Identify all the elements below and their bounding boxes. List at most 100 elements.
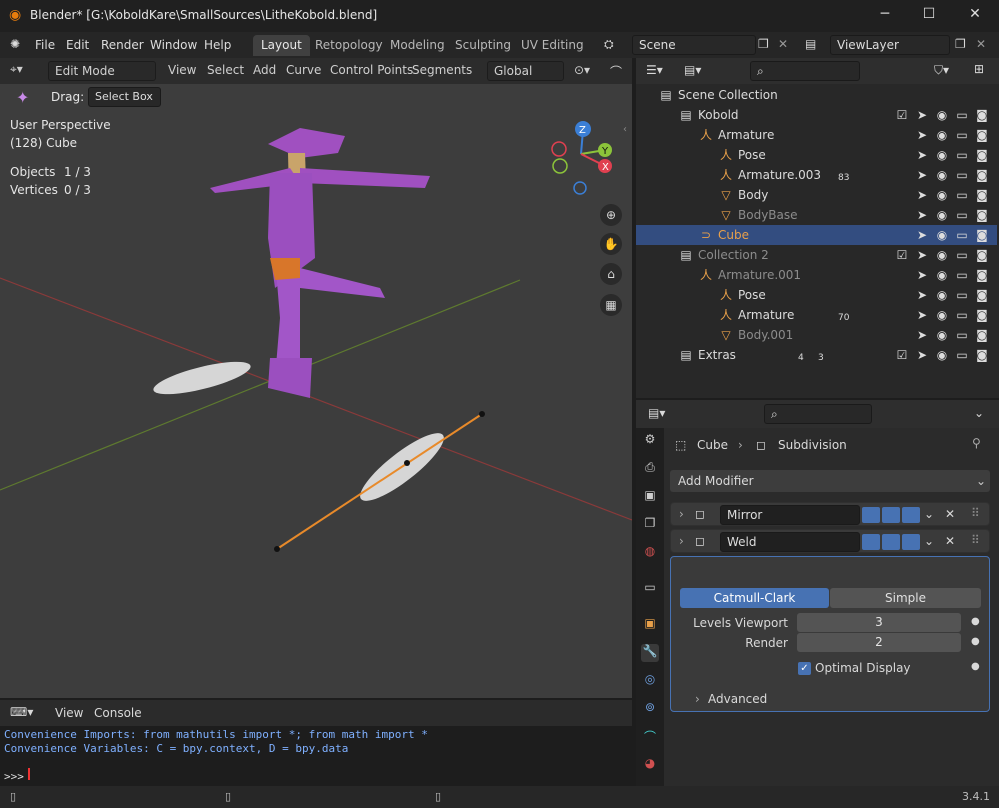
pin-icon[interactable]: ⚲ bbox=[972, 436, 981, 450]
edit-mode-toggle-icon[interactable] bbox=[862, 534, 880, 550]
orientation-dropdown[interactable]: Global bbox=[487, 61, 564, 81]
modifier-header-weld[interactable]: › ◻ Weld ⌄ ✕ ⠿ bbox=[670, 529, 990, 553]
outliner-row[interactable]: ▤ Extras 4 3 ☑ ➤ ◉ ▭ ◙ bbox=[636, 345, 997, 365]
outliner-row[interactable]: ▽ Body.001 ➤ ◉ ▭ ◙ bbox=[636, 325, 997, 345]
select-arrow-icon[interactable]: ➤ bbox=[914, 227, 930, 243]
checkbox-icon[interactable]: ☑ bbox=[894, 247, 910, 263]
select-arrow-icon[interactable]: ➤ bbox=[914, 107, 930, 123]
camera-icon[interactable]: ⌂ bbox=[600, 263, 622, 285]
optimal-display-checkbox[interactable]: ✓ bbox=[798, 662, 811, 675]
delete-modifier-icon[interactable]: ✕ bbox=[945, 534, 955, 548]
physics-tab-icon[interactable]: ⊚ bbox=[641, 700, 659, 718]
edit-mode-toggle-icon[interactable] bbox=[862, 507, 880, 523]
eye-icon[interactable]: ◉ bbox=[934, 347, 950, 363]
expand-chevron-icon[interactable]: › bbox=[679, 507, 684, 521]
checkbox-icon[interactable] bbox=[894, 207, 910, 223]
console-menu-console[interactable]: Console bbox=[94, 706, 142, 720]
camera-icon[interactable]: ◙ bbox=[974, 207, 990, 223]
camera-icon[interactable]: ◙ bbox=[974, 187, 990, 203]
eye-icon[interactable]: ◉ bbox=[934, 227, 950, 243]
outliner-row[interactable]: ⼈ Armature ➤ ◉ ▭ ◙ bbox=[636, 125, 997, 145]
simple-button[interactable]: Simple bbox=[830, 588, 981, 608]
checkbox-icon[interactable] bbox=[894, 287, 910, 303]
eye-icon[interactable]: ◉ bbox=[934, 127, 950, 143]
render-levels-field[interactable]: 2 bbox=[797, 633, 961, 652]
select-arrow-icon[interactable]: ➤ bbox=[914, 327, 930, 343]
checkbox-icon[interactable] bbox=[894, 307, 910, 323]
camera-icon[interactable]: ◙ bbox=[974, 287, 990, 303]
outliner-editor-icon[interactable]: ☰▾ bbox=[646, 63, 663, 77]
eye-icon[interactable]: ◉ bbox=[934, 207, 950, 223]
console-prompt[interactable]: >>> bbox=[4, 770, 24, 783]
remove-viewlayer-icon[interactable]: ✕ bbox=[976, 37, 986, 51]
keyframe-dot-icon[interactable]: ● bbox=[971, 636, 980, 647]
checkbox-icon[interactable] bbox=[894, 147, 910, 163]
monitor-icon[interactable]: ▭ bbox=[954, 307, 970, 323]
editor-type-icon[interactable]: ⌖▾ bbox=[10, 62, 23, 77]
checkbox-icon[interactable] bbox=[894, 267, 910, 283]
eye-icon[interactable]: ◉ bbox=[934, 167, 950, 183]
monitor-icon[interactable]: ▭ bbox=[954, 267, 970, 283]
dropdown-icon[interactable]: ⌄ bbox=[924, 534, 934, 548]
select-arrow-icon[interactable]: ➤ bbox=[914, 347, 930, 363]
eye-icon[interactable]: ◉ bbox=[934, 307, 950, 323]
outliner-row[interactable]: ⼈ Armature.003 83 ➤ ◉ ▭ ◙ bbox=[636, 165, 997, 185]
outliner-row[interactable]: ⼈ Armature 70 ➤ ◉ ▭ ◙ bbox=[636, 305, 997, 325]
outliner-row[interactable]: ▽ Body ➤ ◉ ▭ ◙ bbox=[636, 185, 997, 205]
camera-icon[interactable]: ◙ bbox=[974, 107, 990, 123]
checkbox-icon[interactable]: ☑ bbox=[894, 107, 910, 123]
eye-icon[interactable]: ◉ bbox=[934, 287, 950, 303]
console-menu-view[interactable]: View bbox=[55, 706, 83, 720]
menu-window[interactable]: Window bbox=[150, 38, 197, 52]
tab-uv-editing[interactable]: UV Editing bbox=[513, 35, 592, 56]
properties-options-icon[interactable]: ⌄ bbox=[974, 406, 984, 420]
viewport-toggle-icon[interactable] bbox=[882, 507, 900, 523]
menu-render[interactable]: Render bbox=[101, 38, 144, 52]
view-layer-tab-icon[interactable]: ❐ bbox=[641, 516, 659, 534]
tab-retopology[interactable]: Retopology bbox=[307, 35, 391, 56]
select-tool-icon[interactable]: ✦ bbox=[16, 88, 29, 107]
select-arrow-icon[interactable]: ➤ bbox=[914, 287, 930, 303]
pan-hand-icon[interactable]: ✋ bbox=[600, 233, 622, 255]
monitor-icon[interactable]: ▭ bbox=[954, 207, 970, 223]
outliner-row[interactable]: ▤ Scene Collection bbox=[636, 85, 997, 105]
select-arrow-icon[interactable]: ➤ bbox=[914, 247, 930, 263]
modifier-header-mirror[interactable]: › ◻ Mirror ⌄ ✕ ⠿ bbox=[670, 502, 990, 526]
particles-tab-icon[interactable]: ◎ bbox=[641, 672, 659, 690]
camera-icon[interactable]: ◙ bbox=[974, 127, 990, 143]
camera-icon[interactable]: ◙ bbox=[974, 347, 990, 363]
viewport-menu-control-points[interactable]: Control Points bbox=[330, 63, 413, 77]
camera-icon[interactable]: ◙ bbox=[974, 267, 990, 283]
drag-handle-icon[interactable]: ⠿ bbox=[971, 533, 980, 547]
viewport-menu-add[interactable]: Add bbox=[253, 63, 276, 77]
navigation-gizmo[interactable]: Z Y X bbox=[548, 118, 620, 200]
maximize-button[interactable]: ☐ bbox=[914, 6, 944, 22]
eye-icon[interactable]: ◉ bbox=[934, 187, 950, 203]
monitor-icon[interactable]: ▭ bbox=[954, 127, 970, 143]
console-editor-icon[interactable]: ⌨▾ bbox=[10, 705, 33, 719]
eye-icon[interactable]: ◉ bbox=[934, 147, 950, 163]
catmull-clark-button[interactable]: Catmull-Clark bbox=[680, 588, 829, 608]
menu-file[interactable]: File bbox=[35, 38, 55, 52]
advanced-expand-icon[interactable]: › bbox=[695, 692, 700, 706]
monitor-icon[interactable]: ▭ bbox=[954, 147, 970, 163]
blender-menu-icon[interactable]: ✺ bbox=[10, 37, 20, 51]
select-arrow-icon[interactable]: ➤ bbox=[914, 307, 930, 323]
select-arrow-icon[interactable]: ➤ bbox=[914, 147, 930, 163]
monitor-icon[interactable]: ▭ bbox=[954, 167, 970, 183]
display-mode-icon[interactable]: ▤▾ bbox=[684, 63, 701, 77]
outliner-row[interactable]: ⊃ Cube ➤ ◉ ▭ ◙ bbox=[636, 225, 997, 245]
checkbox-icon[interactable] bbox=[894, 167, 910, 183]
eye-icon[interactable]: ◉ bbox=[934, 267, 950, 283]
checkbox-icon[interactable] bbox=[894, 187, 910, 203]
tab-modeling[interactable]: Modeling bbox=[382, 35, 453, 56]
modifier-tab-icon[interactable]: 🔧 bbox=[641, 644, 659, 662]
outliner-search-input[interactable]: ⌕ bbox=[750, 61, 860, 81]
camera-icon[interactable]: ◙ bbox=[974, 307, 990, 323]
scene-icon[interactable]: ⛭ bbox=[604, 37, 614, 52]
properties-editor-icon[interactable]: ▤▾ bbox=[648, 406, 665, 420]
camera-icon[interactable]: ◙ bbox=[974, 167, 990, 183]
viewport-menu-view[interactable]: View bbox=[168, 63, 196, 77]
mode-dropdown[interactable]: Edit Mode bbox=[48, 61, 156, 81]
world-tab-icon[interactable]: ▭ bbox=[641, 580, 659, 598]
